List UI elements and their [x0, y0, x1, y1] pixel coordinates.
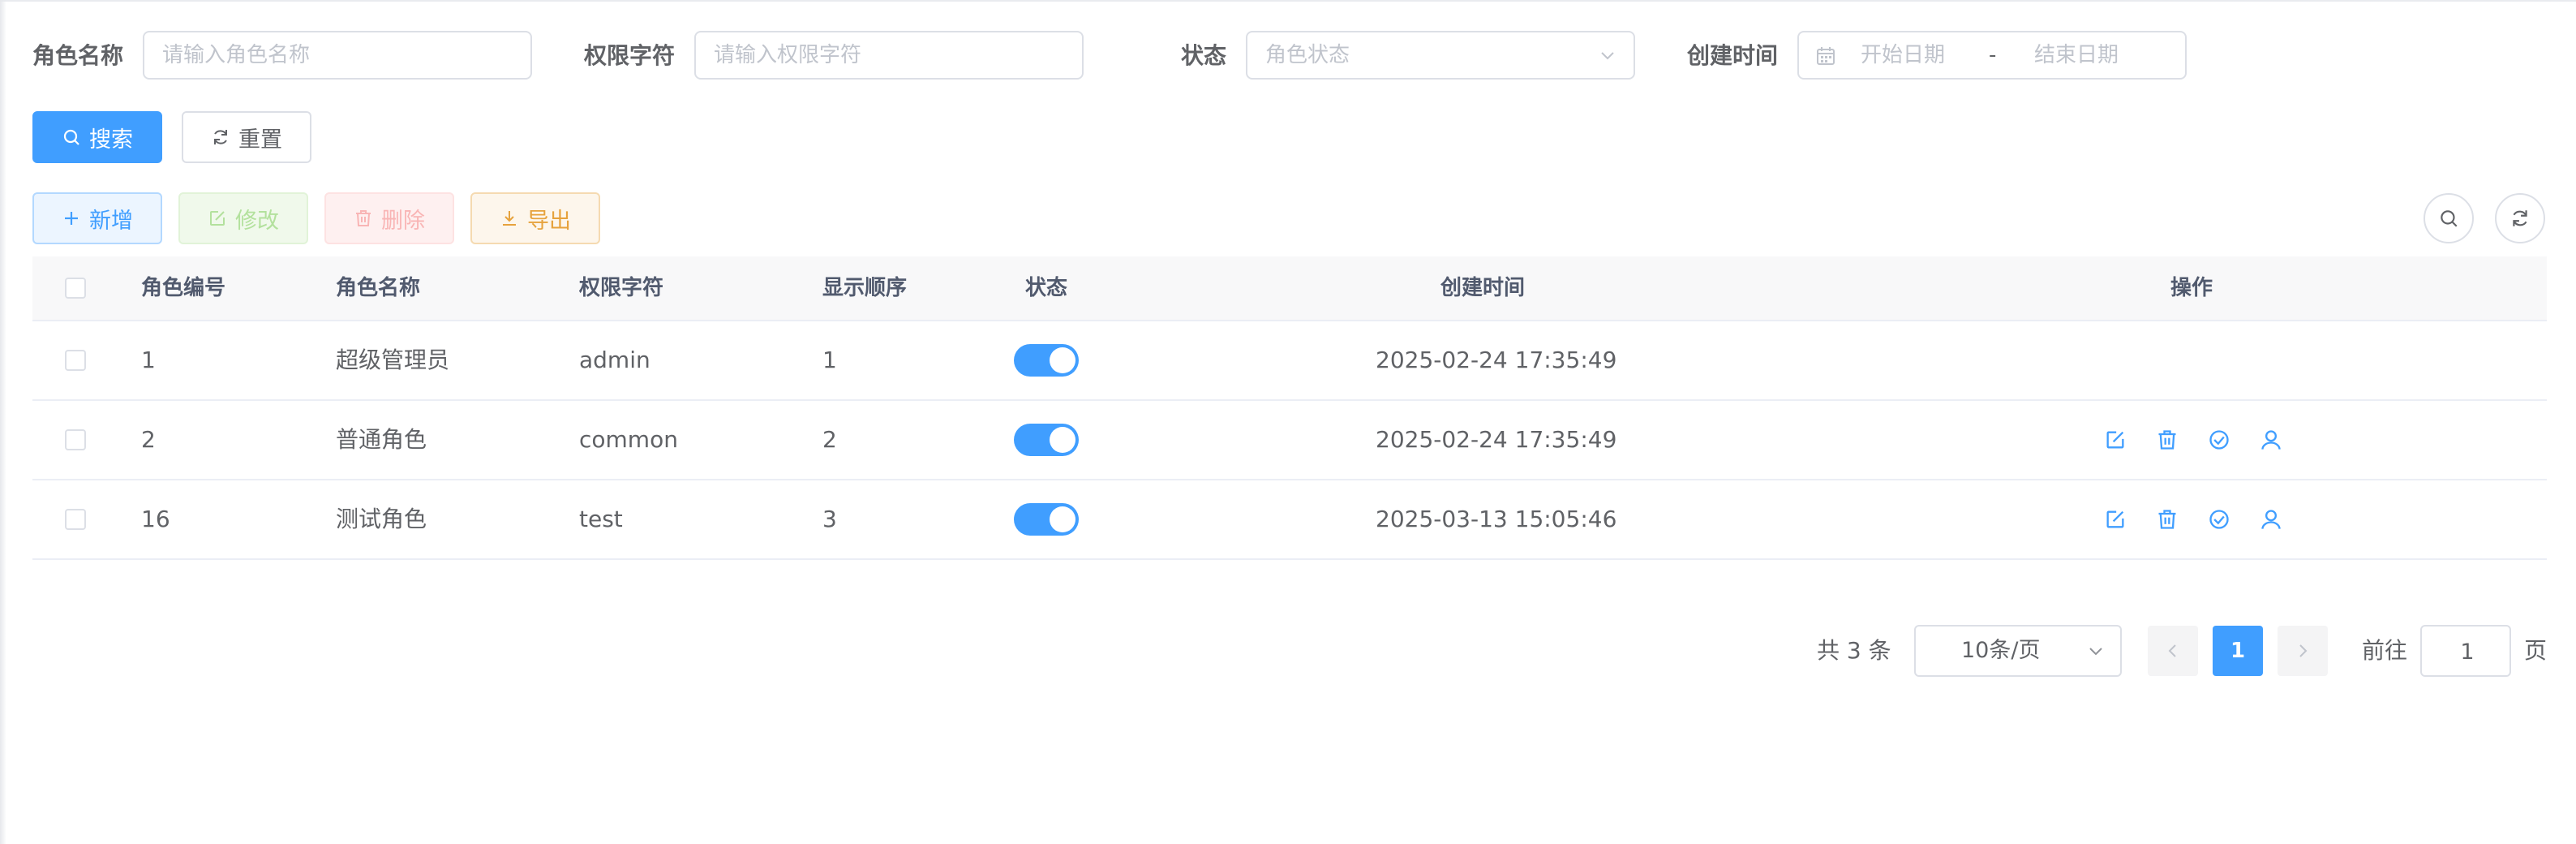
chevron-right-icon	[2299, 644, 2308, 657]
edit-icon[interactable]	[2104, 428, 2127, 451]
status-select[interactable]	[1246, 31, 1635, 80]
cell-role-key: admin	[579, 347, 650, 373]
chevron-left-icon	[2168, 644, 2176, 657]
delete-button-label: 删除	[381, 208, 425, 234]
column-header-actions: 操作	[2170, 276, 2213, 300]
table-row: 1 超级管理员 admin 1 2025-02-24 17:35:49	[32, 321, 2547, 401]
search-button[interactable]: 搜索	[32, 111, 162, 163]
cell-role-id: 16	[141, 506, 170, 532]
role-key-field[interactable]	[694, 31, 1084, 80]
goto-page-field[interactable]	[2420, 625, 2513, 677]
column-header-role-key[interactable]: 权限字符	[579, 256, 663, 320]
delete-icon[interactable]	[2156, 428, 2179, 451]
cell-role-key: test	[579, 506, 623, 532]
cell-role-name: 测试角色	[336, 506, 427, 532]
column-header-sort-order[interactable]: 显示顺序	[822, 256, 907, 320]
column-header-role-id[interactable]: 角色编号	[141, 256, 225, 320]
role-name-input[interactable]	[144, 32, 530, 78]
reset-button[interactable]: 重置	[182, 111, 311, 163]
assign-user-icon[interactable]	[2260, 508, 2282, 531]
switch-knob	[1050, 347, 1075, 373]
status-label: 状态	[1181, 42, 1227, 69]
goto-page-input[interactable]	[2422, 627, 2513, 677]
refresh-icon	[214, 130, 227, 144]
status-switch[interactable]	[1014, 344, 1079, 377]
table-row: 2 普通角色 common 2 2025-02-24 17:35:49	[32, 401, 2547, 480]
delete-icon[interactable]	[2156, 508, 2179, 531]
cell-role-name: 超级管理员	[336, 347, 450, 373]
status-switch[interactable]	[1014, 424, 1079, 456]
role-key-input[interactable]	[696, 32, 1082, 78]
role-key-label: 权限字符	[584, 42, 676, 69]
reset-button-label: 重置	[238, 127, 282, 153]
row-checkbox[interactable]	[65, 429, 86, 450]
assign-user-icon[interactable]	[2260, 428, 2282, 451]
cell-sort-order: 1	[822, 347, 837, 373]
sidebar-edge-shadow	[0, 0, 6, 844]
cell-role-id: 2	[141, 426, 156, 453]
page-size-select[interactable]: 10条/页	[1914, 625, 2122, 677]
cell-role-id: 1	[141, 347, 156, 373]
cell-created-time: 2025-02-24 17:35:49	[1376, 347, 1617, 373]
data-scope-icon[interactable]	[2208, 508, 2230, 531]
column-header-status[interactable]: 状态	[1025, 256, 1067, 320]
refresh-table-button[interactable]	[2495, 193, 2545, 243]
page-number-current[interactable]: 1	[2213, 626, 2263, 676]
add-button[interactable]: 新增	[32, 192, 162, 244]
start-date-input[interactable]: 开始日期	[1861, 32, 1945, 78]
row-checkbox[interactable]	[65, 350, 86, 371]
delete-button[interactable]: 删除	[324, 192, 454, 244]
export-button-label: 导出	[527, 208, 571, 234]
add-button-label: 新增	[89, 208, 133, 234]
date-range-picker[interactable]: 开始日期 - 结束日期	[1797, 31, 2187, 80]
chevron-down-icon	[2089, 648, 2102, 656]
end-date-input[interactable]: 结束日期	[2034, 32, 2119, 78]
refresh-icon	[2513, 210, 2527, 226]
row-checkbox[interactable]	[65, 509, 86, 530]
edit-button-label: 修改	[235, 208, 279, 234]
page-suffix-label: 页	[2524, 637, 2548, 664]
edit-button[interactable]: 修改	[178, 192, 308, 244]
prev-page-button[interactable]	[2148, 626, 2198, 676]
delete-icon	[356, 210, 371, 226]
pagination-total: 共 3 条	[1817, 637, 1891, 664]
edit-icon	[210, 211, 225, 226]
role-name-field[interactable]	[143, 31, 532, 80]
data-scope-icon[interactable]	[2208, 428, 2230, 451]
top-divider	[0, 0, 2576, 2]
role-name-label: 角色名称	[32, 42, 124, 69]
search-button-label: 搜索	[89, 127, 133, 153]
cell-created-time: 2025-02-24 17:35:49	[1376, 426, 1617, 453]
chevron-down-icon	[1601, 52, 1614, 60]
page-size-value: 10条/页	[1961, 638, 2041, 663]
download-icon	[503, 211, 516, 226]
switch-knob	[1050, 427, 1075, 453]
cell-role-key: common	[579, 426, 678, 453]
next-page-button[interactable]	[2278, 626, 2328, 676]
plus-icon	[65, 212, 78, 225]
search-icon	[63, 129, 79, 145]
switch-knob	[1050, 506, 1075, 532]
status-switch[interactable]	[1014, 503, 1079, 536]
calendar-icon	[1817, 47, 1835, 65]
date-range-separator: -	[1989, 43, 1997, 67]
export-button[interactable]: 导出	[470, 192, 600, 244]
cell-sort-order: 3	[822, 506, 837, 532]
role-table: 角色编号 角色名称 权限字符 显示顺序 状态 创建时间 操作 1 超级管理员 a…	[32, 256, 2547, 560]
search-icon	[2441, 210, 2458, 227]
edit-icon[interactable]	[2104, 508, 2127, 531]
table-row: 16 测试角色 test 3 2025-03-13 15:05:46	[32, 480, 2547, 560]
created-time-label: 创建时间	[1687, 42, 1779, 69]
cell-sort-order: 2	[822, 426, 837, 453]
cell-created-time: 2025-03-13 15:05:46	[1376, 506, 1617, 532]
column-header-role-name[interactable]: 角色名称	[336, 256, 420, 320]
table-header: 角色编号 角色名称 权限字符 显示顺序 状态 创建时间 操作	[32, 256, 2547, 321]
goto-label: 前往	[2362, 637, 2408, 664]
status-select-input[interactable]	[1247, 32, 1634, 78]
toggle-search-button[interactable]	[2424, 193, 2474, 243]
column-header-created-time[interactable]: 创建时间	[1440, 256, 1525, 320]
cell-role-name: 普通角色	[336, 426, 427, 453]
select-all-checkbox[interactable]	[65, 278, 86, 299]
